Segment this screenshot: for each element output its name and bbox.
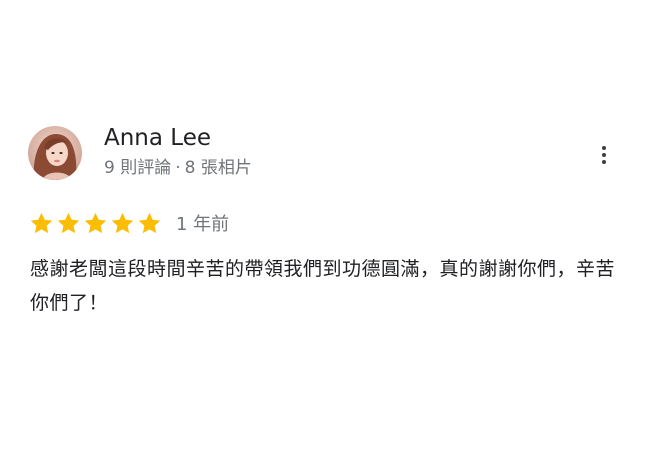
more-vert-icon (602, 146, 606, 150)
avatar[interactable] (28, 126, 82, 180)
star-icon (111, 212, 134, 233)
photos-count: 8 張相片 (184, 158, 252, 178)
review-text: 感謝老闆這段時間辛苦的帶領我們到功德圓滿，真的謝謝你們，辛苦你們了！ (30, 258, 616, 314)
avatar-photo (28, 126, 82, 180)
review-time: 1 年前 (176, 214, 230, 235)
star-icon (57, 212, 80, 233)
rating-row: 1 年前 (29, 208, 229, 238)
more-vert-icon-dot (602, 160, 606, 164)
reviewer-meta: 9 則評論 · 8 張相片 (104, 156, 252, 180)
reviewer-name[interactable]: Anna Lee (104, 123, 211, 153)
more-options-button[interactable] (590, 140, 618, 170)
meta-separator: · (175, 158, 181, 178)
review-card: Anna Lee 9 則評論 · 8 張相片 1 年前 感謝老闆這段時間辛苦的帶領我… (0, 0, 650, 459)
star-icon (138, 212, 161, 233)
star-icon (30, 212, 53, 233)
star-icon (84, 212, 107, 233)
more-vert-icon-dot (602, 153, 606, 157)
reviews-count: 9 則評論 (104, 158, 172, 178)
star-rating (29, 211, 162, 236)
